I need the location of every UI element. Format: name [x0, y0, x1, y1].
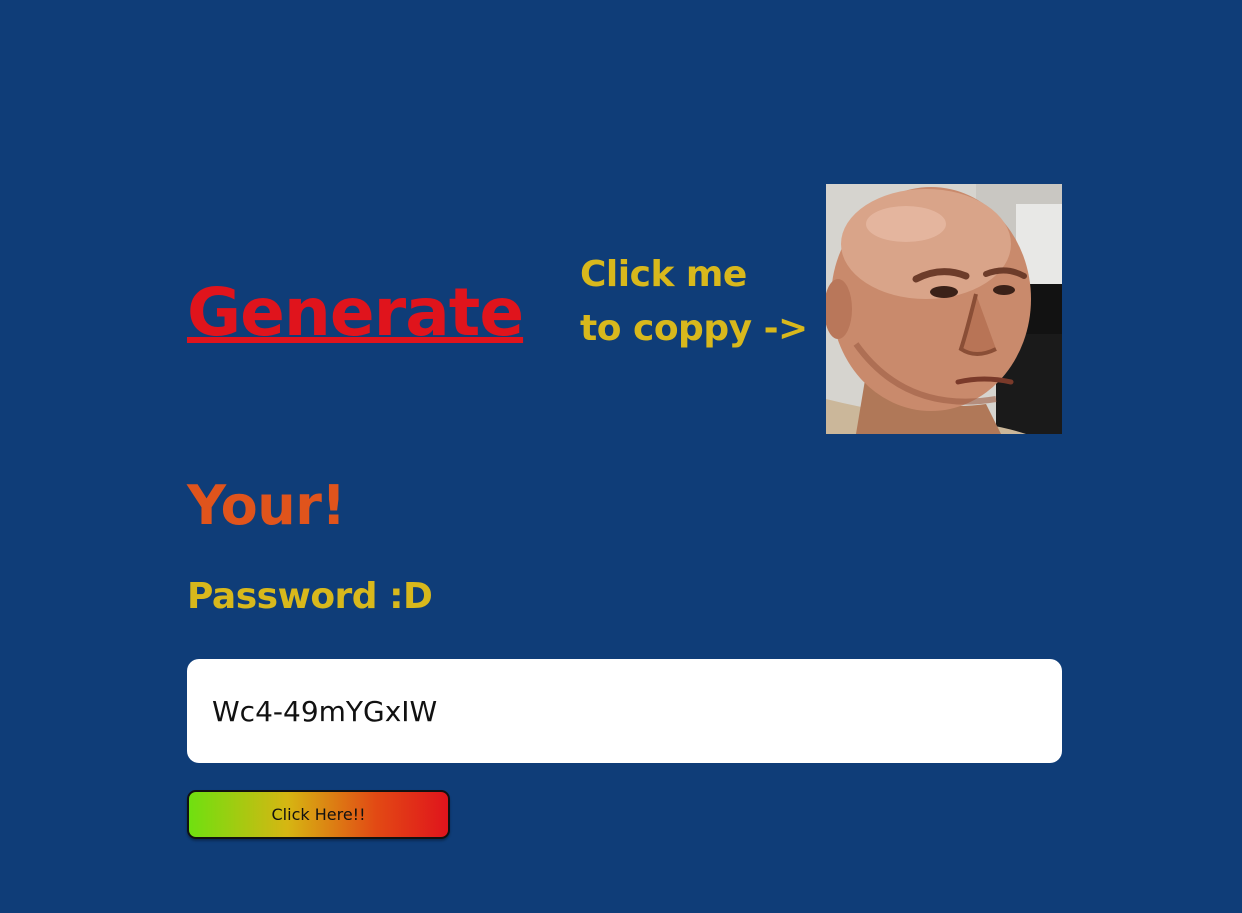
face-photo-icon — [826, 184, 1062, 434]
copy-hint-line-1: Click me — [580, 254, 747, 295]
page: Generate Click me to coppy -> Your! Pass… — [0, 0, 1242, 913]
click-here-button[interactable]: Click Here!! — [187, 790, 450, 839]
result-heading: Your! — [187, 474, 346, 537]
password-output-field[interactable] — [212, 694, 1037, 728]
password-field-container — [187, 659, 1062, 763]
generate-link[interactable]: Generate — [187, 268, 524, 358]
password-label: Password :D — [187, 576, 433, 617]
copy-hint: Click me to coppy -> — [580, 248, 808, 356]
copy-hint-line-2: to coppy -> — [580, 308, 808, 349]
copy-image-button[interactable] — [826, 184, 1062, 434]
